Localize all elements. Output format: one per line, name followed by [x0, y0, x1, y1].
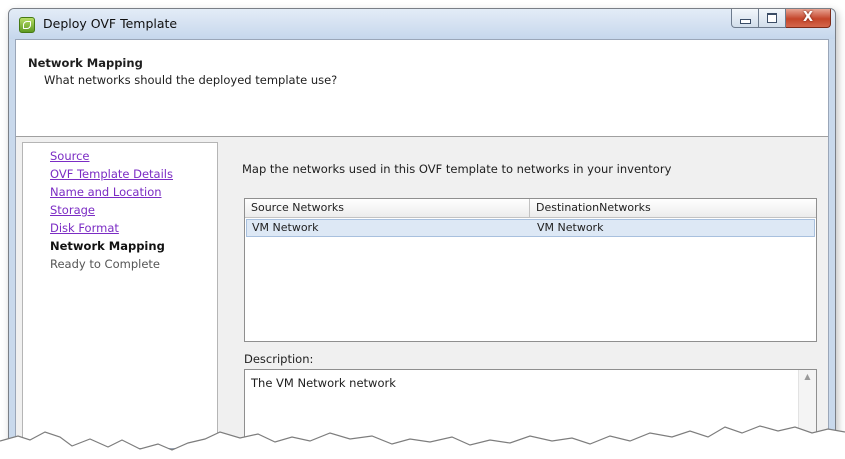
- maximize-button[interactable]: [759, 9, 786, 28]
- step-ovf-template-details[interactable]: OVF Template Details: [23, 165, 217, 183]
- intro-text: Map the networks used in this OVF templa…: [242, 162, 672, 176]
- dialog-body: Network Mapping What networks should the…: [15, 39, 829, 449]
- window-title: Deploy OVF Template: [43, 16, 178, 31]
- step-disk-format[interactable]: Disk Format: [23, 219, 217, 237]
- deploy-ovf-dialog: Deploy OVF Template X Network Mapping Wh…: [8, 8, 836, 450]
- scroll-up-arrow-icon[interactable]: ▲: [799, 372, 816, 381]
- minimize-icon: [740, 19, 751, 24]
- minimize-button[interactable]: [731, 9, 759, 28]
- description-box[interactable]: The VM Network network ▲: [244, 369, 817, 449]
- source-network-cell: VM Network: [252, 221, 319, 234]
- column-header-destination-networks[interactable]: DestinationNetworks: [530, 199, 816, 217]
- wizard-steps: Source OVF Template Details Name and Loc…: [22, 142, 218, 448]
- caption-buttons: X: [731, 9, 831, 29]
- step-ready-to-complete: Ready to Complete: [50, 257, 160, 271]
- table-row[interactable]: VM Network VM Network: [246, 219, 815, 237]
- step-network-mapping: Network Mapping: [50, 239, 165, 253]
- step-source[interactable]: Source: [23, 147, 217, 165]
- column-header-source-networks[interactable]: Source Networks: [245, 199, 530, 217]
- description-label: Description:: [244, 352, 314, 366]
- maximize-icon: [767, 13, 777, 23]
- close-button[interactable]: X: [786, 9, 831, 28]
- page-subtitle: What networks should the deployed templa…: [44, 73, 338, 87]
- destination-network-dropdown[interactable]: VM Network: [532, 220, 603, 236]
- step-name-and-location[interactable]: Name and Location: [23, 183, 217, 201]
- description-text: The VM Network network: [251, 376, 396, 390]
- step-storage[interactable]: Storage: [23, 201, 217, 219]
- close-icon: X: [802, 10, 814, 25]
- wizard-header: Network Mapping What networks should the…: [16, 40, 828, 137]
- title-bar[interactable]: Deploy OVF Template X: [9, 9, 835, 39]
- network-mapping-table[interactable]: Source Networks DestinationNetworks VM N…: [244, 198, 817, 342]
- page-title: Network Mapping: [28, 56, 143, 70]
- main-panel: Map the networks used in this OVF templa…: [222, 136, 828, 449]
- description-scrollbar[interactable]: ▲: [798, 370, 816, 449]
- table-header: Source Networks DestinationNetworks: [245, 199, 816, 218]
- vsphere-app-icon: [19, 17, 35, 33]
